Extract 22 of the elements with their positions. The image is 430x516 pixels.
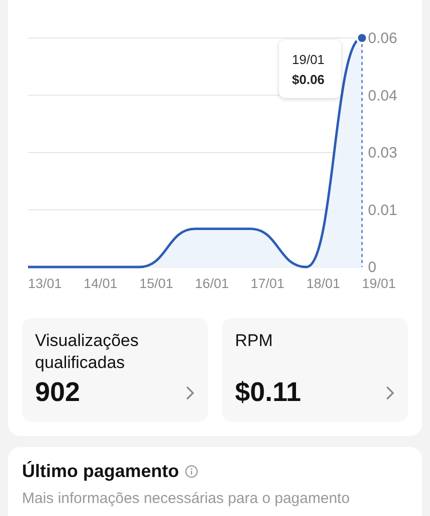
x-axis-label: 16/01 bbox=[195, 276, 229, 291]
x-axis-label: 18/01 bbox=[306, 276, 340, 291]
data-point bbox=[356, 32, 368, 44]
section-title: Último pagamento bbox=[22, 461, 180, 482]
x-axis-label: 14/01 bbox=[84, 276, 118, 291]
tooltip-date: 19/01 bbox=[292, 52, 326, 66]
y-axis-label: 0.06 bbox=[368, 30, 398, 47]
tooltip-value: $0.06 bbox=[292, 72, 326, 86]
info-icon[interactable] bbox=[185, 465, 198, 478]
y-axis-label: 0 bbox=[368, 259, 376, 276]
y-axis-label: 0.01 bbox=[368, 202, 398, 219]
chevron-right-icon bbox=[386, 386, 394, 400]
chevron-right-icon bbox=[186, 386, 194, 400]
x-axis-label: 13/01 bbox=[28, 276, 62, 291]
stat-card[interactable]: RPM $0.11 bbox=[222, 318, 408, 422]
x-axis-label: 15/01 bbox=[139, 276, 174, 291]
x-axis-label: 19/01 bbox=[362, 276, 396, 291]
stat-card[interactable]: Visualizações qualificadas 902 bbox=[22, 318, 208, 422]
y-axis-label: 0.04 bbox=[368, 87, 398, 104]
x-axis-label: 17/01 bbox=[250, 276, 284, 291]
payment-message: Mais informações necessárias para o pagamento bbox=[22, 490, 351, 507]
y-axis-label: 0.03 bbox=[368, 144, 398, 162]
